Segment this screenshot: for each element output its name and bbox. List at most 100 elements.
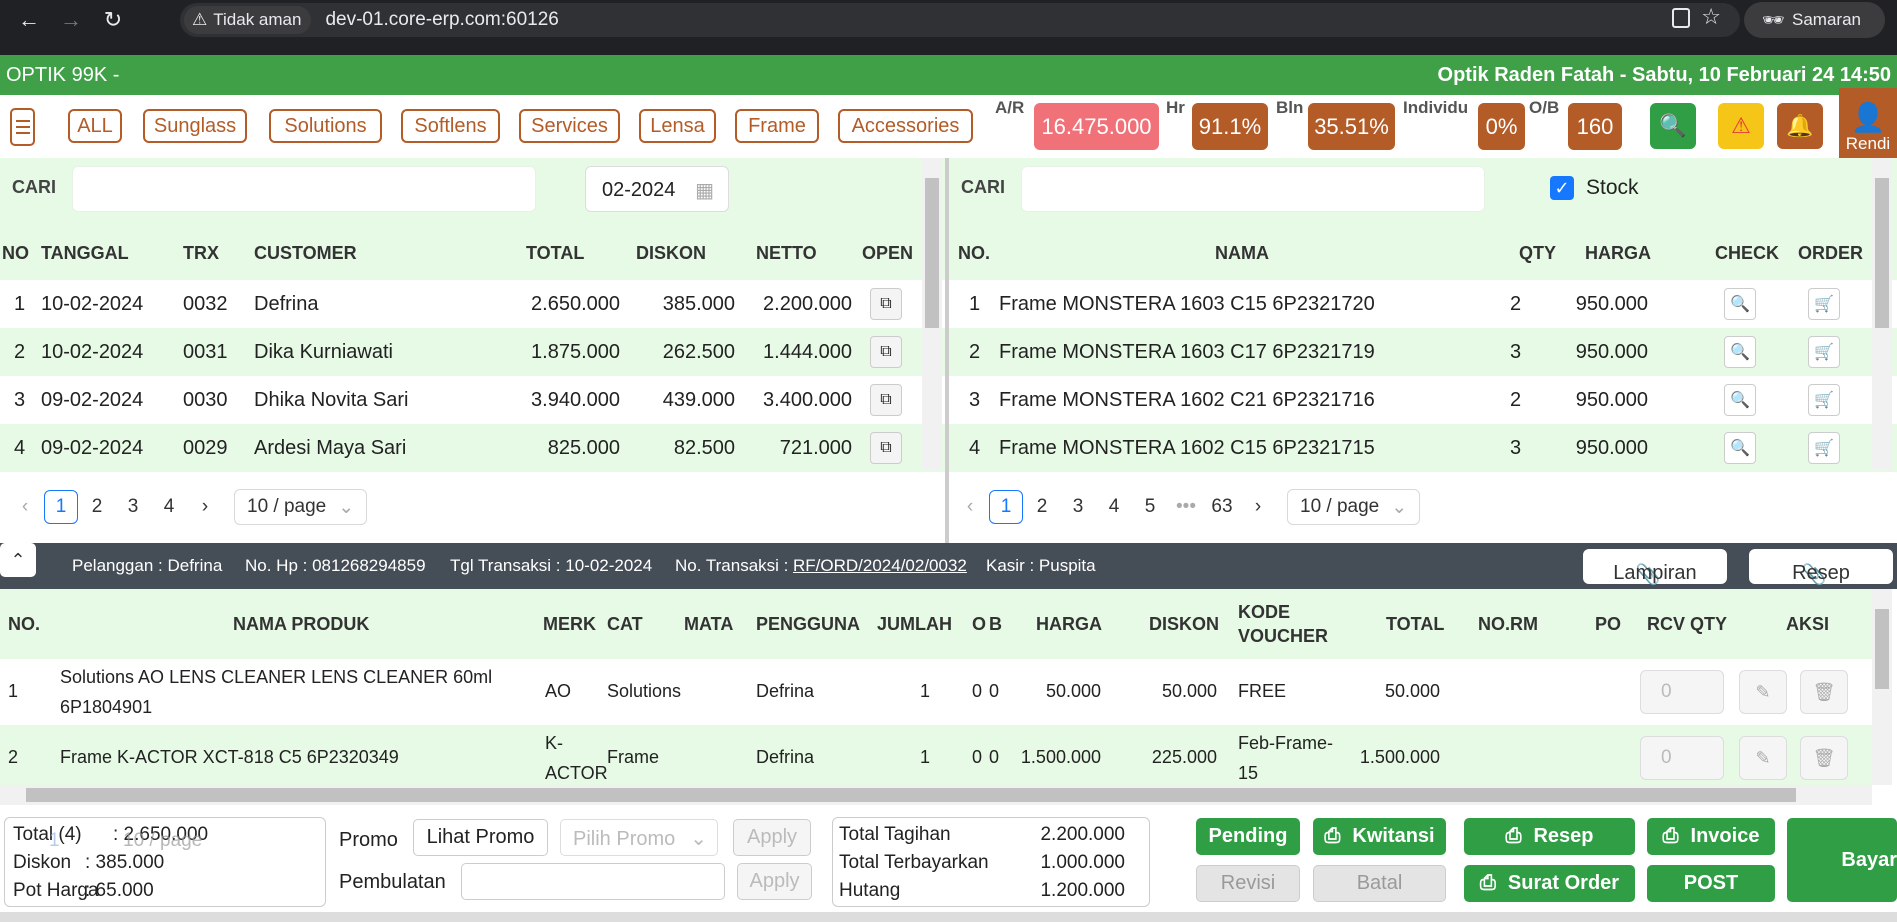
open-external-icon[interactable]: ⧉ — [870, 432, 902, 464]
page-ellipsis[interactable]: ••• — [1169, 490, 1203, 524]
transaction-row[interactable]: 2 10-02-2024 0031 Dika Kurniawati 1.875.… — [0, 328, 945, 376]
hamburger-menu-icon[interactable] — [10, 108, 35, 146]
page-2[interactable]: 2 — [80, 490, 114, 524]
rcv-qty-input[interactable]: 0 — [1640, 670, 1724, 714]
trash-icon[interactable]: 🗑 — [1800, 670, 1848, 714]
cart-icon[interactable]: 🛒 — [1808, 384, 1840, 416]
side-panel-icon[interactable] — [1672, 8, 1690, 28]
rcv-qty-input[interactable]: 0 — [1640, 736, 1724, 780]
trash-icon[interactable]: 🗑 — [1800, 736, 1848, 780]
product-row[interactable]: 1 Frame MONSTERA 1603 C15 6P2321720 2 95… — [949, 280, 1897, 328]
invoice-button[interactable]: ⎙ Invoice — [1647, 818, 1775, 855]
right-scrollbar[interactable] — [1872, 158, 1892, 470]
report-search-icon[interactable]: 🔍 — [1650, 103, 1696, 149]
bln-value[interactable]: 35.51% — [1308, 103, 1395, 150]
product-row[interactable]: 3 Frame MONSTERA 1602 C21 6P2321716 2 95… — [949, 376, 1897, 424]
page-1[interactable]: 1 — [44, 490, 78, 524]
left-search-input[interactable] — [72, 166, 536, 212]
open-external-icon[interactable]: ⧉ — [870, 288, 902, 320]
surat-order-button[interactable]: ⎙ Surat Order — [1464, 865, 1635, 902]
detail-row[interactable]: 2 Frame K-ACTOR XCT-818 C5 6P2320349 K- … — [0, 725, 1872, 791]
category-softlens[interactable]: Softlens — [401, 109, 500, 143]
category-solutions[interactable]: Solutions — [269, 109, 382, 143]
edit-icon[interactable]: ✎ — [1739, 736, 1787, 780]
category-services[interactable]: Services — [519, 109, 620, 143]
apply-pembulatan-button[interactable]: Apply — [737, 863, 812, 900]
next-page-icon[interactable]: › — [188, 490, 222, 524]
next-page-icon[interactable]: › — [1241, 490, 1275, 524]
page-4[interactable]: 4 — [1097, 490, 1131, 524]
batal-button[interactable]: Batal — [1313, 865, 1446, 902]
ar-value[interactable]: 16.475.000 — [1034, 103, 1159, 150]
bayar-button[interactable]: Bayar — [1787, 818, 1897, 902]
page-1[interactable]: 1 — [989, 490, 1023, 524]
open-external-icon[interactable]: ⧉ — [870, 384, 902, 416]
category-frame[interactable]: Frame — [735, 109, 819, 143]
revisi-button[interactable]: Revisi — [1196, 865, 1300, 902]
search-icon[interactable]: 🔍 — [1724, 384, 1756, 416]
alert-icon[interactable]: ⚠ — [1718, 103, 1764, 149]
page-2[interactable]: 2 — [1025, 490, 1059, 524]
post-button[interactable]: POST — [1647, 865, 1775, 902]
forward-icon[interactable]: → — [56, 5, 86, 35]
page-3[interactable]: 3 — [1061, 490, 1095, 524]
month-picker[interactable]: 02-2024 ▦ — [585, 166, 729, 212]
hr-value[interactable]: 91.1% — [1192, 103, 1268, 150]
detail-vscrollbar[interactable] — [1872, 589, 1892, 785]
bookmark-star-icon[interactable]: ☆ — [1701, 4, 1721, 30]
page-3[interactable]: 3 — [116, 490, 150, 524]
transaction-row[interactable]: 3 09-02-2024 0030 Dhika Novita Sari 3.94… — [0, 376, 945, 424]
reload-icon[interactable]: ↻ — [98, 5, 128, 35]
right-search-input[interactable] — [1021, 166, 1485, 212]
left-scrollbar[interactable] — [922, 158, 942, 470]
security-chip[interactable]: ⚠ Tidak aman — [184, 6, 312, 34]
category-all[interactable]: ALL — [68, 109, 122, 143]
trx-number-link[interactable]: RF/ORD/2024/02/0032 — [793, 556, 967, 576]
product-row[interactable]: 4 Frame MONSTERA 1602 C15 6P2321715 3 95… — [949, 424, 1897, 472]
detail-row[interactable]: 1 Solutions AO LENS CLEANER LENS CLEANER… — [0, 659, 1872, 725]
edit-icon[interactable]: ✎ — [1739, 670, 1787, 714]
transaction-row[interactable]: 4 09-02-2024 0029 Ardesi Maya Sari 825.0… — [0, 424, 945, 472]
cart-icon[interactable]: 🛒 — [1808, 288, 1840, 320]
prev-page-icon[interactable]: ‹ — [8, 490, 42, 524]
cart-icon[interactable]: 🛒 — [1808, 336, 1840, 368]
open-external-icon[interactable]: ⧉ — [870, 336, 902, 368]
resep-attach-button[interactable]: 📎 Resep — [1749, 549, 1893, 586]
back-icon[interactable]: ← — [14, 5, 44, 35]
prev-page-icon[interactable]: ‹ — [953, 490, 987, 524]
page-hscrollbar[interactable] — [0, 912, 1897, 922]
collapse-chevron-up-icon[interactable]: ⌃ — [0, 543, 36, 577]
individu-value[interactable]: 0% — [1478, 103, 1525, 150]
pembulatan-input[interactable] — [461, 863, 725, 900]
stock-checkbox[interactable]: ✓ — [1550, 176, 1574, 200]
page-63[interactable]: 63 — [1205, 490, 1239, 524]
page-size-select[interactable]: 10 / page ⌄ — [234, 489, 368, 525]
incognito-profile-button[interactable]: 🕶 Samaran — [1744, 2, 1885, 38]
lampiran-button[interactable]: 📎 Lampiran — [1583, 549, 1727, 586]
user-menu[interactable]: 👤 Rendi — [1839, 88, 1897, 158]
pending-button[interactable]: Pending — [1196, 818, 1300, 855]
pilih-promo-select[interactable]: Pilih Promo ⌄ — [560, 819, 718, 856]
page-4[interactable]: 4 — [152, 490, 186, 524]
transaction-row[interactable]: 1 10-02-2024 0032 Defrina 2.650.000 385.… — [0, 280, 945, 328]
search-icon[interactable]: 🔍 — [1724, 288, 1756, 320]
search-icon[interactable]: 🔍 — [1724, 336, 1756, 368]
lihat-promo-button[interactable]: Lihat Promo — [413, 819, 548, 856]
notification-bell-icon[interactable]: 🔔 — [1777, 103, 1823, 149]
product-row[interactable]: 2 Frame MONSTERA 1603 C17 6P2321719 3 95… — [949, 328, 1897, 376]
url-text[interactable]: dev-01.core-erp.com:60126 — [325, 9, 558, 31]
page-5[interactable]: 5 — [1133, 490, 1167, 524]
kwitansi-button[interactable]: ⎙ Kwitansi — [1313, 818, 1446, 855]
detail-hscrollbar[interactable] — [0, 785, 1872, 805]
cart-icon[interactable]: 🛒 — [1808, 432, 1840, 464]
category-sunglass[interactable]: Sunglass — [143, 109, 247, 143]
category-accessories[interactable]: Accessories — [838, 109, 973, 143]
address-bar[interactable]: ⚠ Tidak aman dev-01.core-erp.com:60126 — [180, 3, 1740, 37]
search-icon[interactable]: 🔍 — [1724, 432, 1756, 464]
col-no: NO. — [958, 243, 991, 263]
page-size-select[interactable]: 10 / page ⌄ — [1287, 489, 1421, 525]
ob-value[interactable]: 160 — [1568, 103, 1622, 150]
category-lensa[interactable]: Lensa — [639, 109, 716, 143]
apply-promo-button[interactable]: Apply — [733, 819, 811, 856]
resep-print-button[interactable]: ⎙ Resep — [1464, 818, 1635, 855]
